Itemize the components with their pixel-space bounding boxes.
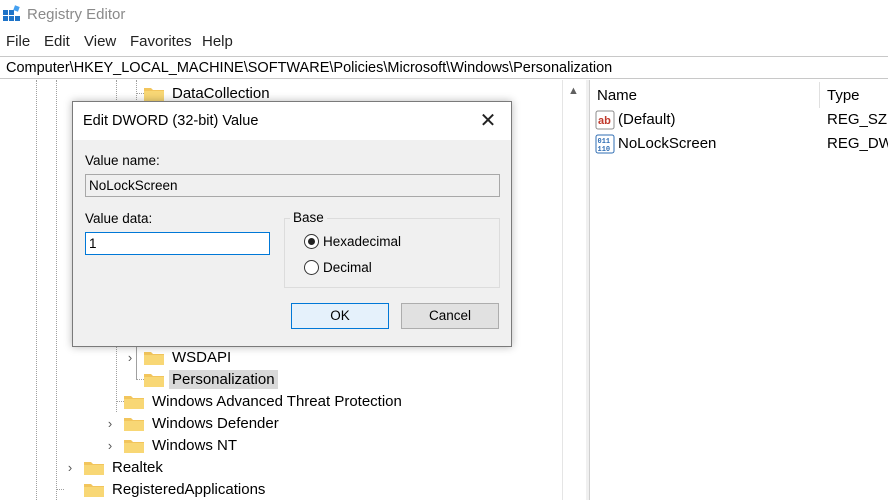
radio-checked-icon[interactable] bbox=[304, 234, 319, 249]
chevron-right-icon[interactable]: › bbox=[104, 438, 116, 453]
edit-dword-dialog: Edit DWORD (32-bit) Value ✕ Value name: … bbox=[72, 101, 512, 347]
tree-item-windows-nt[interactable]: › Windows NT bbox=[104, 434, 240, 456]
tree-scrollbar[interactable]: ▲ bbox=[562, 80, 584, 500]
value-row-default[interactable]: ab (Default) REG_SZ bbox=[591, 109, 888, 131]
address-bar[interactable]: Computer\HKEY_LOCAL_MACHINE\SOFTWARE\Pol… bbox=[0, 56, 888, 79]
folder-icon bbox=[124, 395, 144, 409]
value-data-label: Value data: bbox=[85, 211, 153, 226]
tree-item-label: WSDAPI bbox=[172, 348, 232, 366]
svg-text:110: 110 bbox=[598, 146, 611, 154]
value-name-field: NoLockScreen bbox=[85, 174, 500, 197]
tree-item-realtek[interactable]: › Realtek bbox=[64, 456, 166, 478]
folder-icon bbox=[124, 417, 144, 431]
tree-guide-line bbox=[36, 80, 37, 500]
value-name: NoLockScreen bbox=[618, 135, 717, 152]
value-data-input[interactable]: 1 bbox=[85, 232, 270, 255]
radio-label: Hexadecimal bbox=[323, 234, 402, 249]
tree-item-label: Windows NT bbox=[152, 436, 238, 454]
chevron-right-icon[interactable]: › bbox=[124, 350, 136, 365]
tree-item-label: Windows Advanced Threat Protection bbox=[152, 392, 402, 410]
folder-icon bbox=[84, 483, 104, 497]
radio-hexadecimal[interactable]: Hexadecimal bbox=[304, 234, 401, 249]
folder-icon bbox=[84, 461, 104, 475]
cancel-button[interactable]: Cancel bbox=[401, 303, 499, 329]
menu-view[interactable]: View bbox=[84, 33, 116, 50]
menu-file[interactable]: File bbox=[6, 33, 30, 50]
column-header-type[interactable]: Type bbox=[821, 80, 866, 110]
svg-text:ab: ab bbox=[598, 115, 611, 127]
tree-item-label: Windows Defender bbox=[152, 414, 279, 432]
string-value-icon: ab bbox=[595, 110, 615, 130]
dialog-title: Edit DWORD (32-bit) Value bbox=[83, 113, 259, 129]
radio-label: Decimal bbox=[323, 260, 372, 275]
scroll-up-icon[interactable]: ▲ bbox=[568, 85, 579, 97]
base-groupbox bbox=[284, 218, 500, 288]
pane-splitter[interactable] bbox=[586, 80, 590, 500]
tree-item-windows-advanced-threat-protection[interactable]: Windows Advanced Threat Protection bbox=[104, 390, 405, 412]
tree-item-windows-defender[interactable]: › Windows Defender bbox=[104, 412, 282, 434]
svg-text:011: 011 bbox=[598, 138, 611, 146]
chevron-right-icon[interactable]: › bbox=[64, 460, 76, 475]
column-divider[interactable] bbox=[819, 82, 820, 108]
tree-item-wsdapi[interactable]: › WSDAPI bbox=[124, 346, 234, 368]
tree-item-registeredapplications[interactable]: RegisteredApplications bbox=[64, 478, 268, 500]
tree-item-label: RegisteredApplications bbox=[112, 480, 266, 498]
folder-icon bbox=[144, 351, 164, 365]
dialog-title-bar[interactable]: Edit DWORD (32-bit) Value ✕ bbox=[73, 102, 511, 140]
menu-bar: File Edit View Favorites Help bbox=[0, 30, 888, 54]
address-path[interactable]: Computer\HKEY_LOCAL_MACHINE\SOFTWARE\Pol… bbox=[6, 60, 612, 76]
folder-icon bbox=[124, 439, 144, 453]
menu-favorites[interactable]: Favorites bbox=[130, 33, 192, 50]
chevron-right-icon[interactable]: › bbox=[104, 416, 116, 431]
menu-help[interactable]: Help bbox=[202, 33, 233, 50]
tree-guide-line bbox=[56, 80, 57, 500]
registry-icon bbox=[3, 5, 20, 21]
binary-value-icon: 011 110 bbox=[595, 134, 615, 154]
close-icon[interactable]: ✕ bbox=[477, 110, 499, 132]
tree-item-personalization[interactable]: Personalization bbox=[124, 368, 278, 390]
tree-guide-line bbox=[56, 489, 64, 490]
value-type: REG_SZ bbox=[827, 111, 888, 128]
menu-edit[interactable]: Edit bbox=[44, 33, 70, 50]
value-name: (Default) bbox=[618, 111, 676, 128]
value-name-label: Value name: bbox=[85, 153, 160, 168]
ok-button[interactable]: OK bbox=[291, 303, 389, 329]
window-title: Registry Editor bbox=[27, 6, 126, 23]
radio-unchecked-icon[interactable] bbox=[304, 260, 319, 275]
title-bar: Registry Editor bbox=[0, 0, 888, 30]
tree-item-label: Personalization bbox=[169, 369, 278, 389]
value-type: REG_DWO bbox=[827, 135, 888, 152]
tree-item-label: DataCollection bbox=[172, 84, 270, 102]
folder-icon bbox=[144, 373, 164, 387]
value-row-nolockscreen[interactable]: 011 110 NoLockScreen REG_DWO bbox=[591, 133, 888, 155]
base-label: Base bbox=[290, 210, 327, 225]
values-pane: Name Type ab (Default) REG_SZ 011 110 No… bbox=[591, 80, 888, 500]
tree-item-label: Realtek bbox=[112, 458, 163, 476]
column-header-name[interactable]: Name bbox=[591, 80, 643, 110]
folder-icon bbox=[144, 87, 164, 101]
radio-decimal[interactable]: Decimal bbox=[304, 260, 372, 275]
